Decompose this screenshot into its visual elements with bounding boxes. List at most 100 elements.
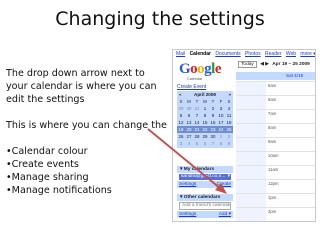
date-cell[interactable]: 14 — [193, 119, 201, 126]
bullet-item: Manage sharing — [6, 171, 168, 184]
add-calendar-link[interactable]: Add ▾ — [219, 211, 231, 218]
my-calendars-links: Settings Create — [177, 181, 233, 188]
slide-title: Changing the settings — [55, 8, 265, 30]
logo-subtitle: Calendar — [187, 77, 203, 81]
date-cell[interactable]: 8 — [217, 140, 225, 147]
prev-month-button[interactable]: « — [179, 91, 182, 98]
mini-calendar-header: « April 2009 » — [177, 91, 233, 98]
nav-web[interactable]: Web — [286, 51, 296, 57]
date-cell[interactable]: 30 — [209, 133, 217, 140]
nav-more[interactable]: more ▾ — [300, 51, 315, 57]
date-cell[interactable]: 17 — [217, 119, 225, 126]
hour-label: 8am — [268, 125, 277, 130]
date-cell[interactable]: 16 — [209, 119, 217, 126]
date-cell[interactable]: 1 — [201, 105, 209, 112]
nav-reader[interactable]: Reader — [265, 51, 281, 57]
date-cell[interactable]: 1 — [217, 133, 225, 140]
calendar-item-label: sandra@gw-tt.co.n... — [181, 174, 226, 179]
today-button[interactable]: Today — [238, 61, 257, 68]
calendar-toolbar: Today ◀ ▶ Apr 19 – 25 2009 — [236, 61, 315, 68]
mini-calendar-grid: S M T W T F S 29 30 31 1 2 3 4 5 6 7 8 9… — [177, 98, 233, 147]
my-calendars-settings-link[interactable]: Settings — [179, 182, 196, 187]
next-month-button[interactable]: » — [228, 91, 231, 98]
date-cell-selected[interactable]: 25 — [225, 126, 233, 133]
date-cell[interactable]: 2 — [225, 133, 233, 140]
date-cell-selected[interactable]: 21 — [193, 126, 201, 133]
hour-row: 1pm — [236, 193, 315, 208]
hour-label: 10am — [268, 153, 279, 158]
hour-label: 11am — [268, 167, 279, 172]
other-calendars-header[interactable]: ▾ Other calendars — [177, 194, 233, 201]
date-cell-selected[interactable]: 22 — [201, 126, 209, 133]
hour-label: 2pm — [268, 209, 277, 214]
hour-row: 11am — [236, 165, 315, 180]
hour-label: 9am — [268, 139, 277, 144]
calendar-dropdown-arrow-icon[interactable]: ▾ — [228, 174, 230, 180]
nav-calendar[interactable]: Calendar — [190, 51, 211, 57]
nav-photos[interactable]: Photos — [245, 51, 261, 57]
hour-row: 8am — [236, 123, 315, 138]
add-friend-calendar-input[interactable]: Add a friend's calendar — [179, 202, 231, 210]
hour-row: 10am — [236, 151, 315, 166]
hour-label: 5am — [268, 83, 277, 88]
date-cell[interactable]: 13 — [185, 119, 193, 126]
paragraph-dropdown: The drop down arrow next to your calenda… — [6, 68, 157, 105]
date-cell[interactable]: 2 — [209, 105, 217, 112]
date-cell[interactable]: 6 — [185, 112, 193, 119]
create-calendar-link[interactable]: Create — [217, 181, 231, 188]
date-cell[interactable]: 8 — [201, 112, 209, 119]
hour-label: 1pm — [268, 195, 277, 200]
date-cell[interactable]: 27 — [185, 133, 193, 140]
dow-label: F — [219, 99, 223, 104]
date-cell[interactable]: 4 — [185, 140, 193, 147]
hour-row: 9am — [236, 137, 315, 152]
date-cell[interactable]: 18 — [225, 119, 233, 126]
date-cell[interactable]: 5 — [177, 112, 185, 119]
bullet-item: Create events — [6, 158, 168, 171]
bullet-item: Calendar colour — [6, 145, 168, 158]
dow-label: T — [195, 99, 199, 104]
date-cell[interactable]: 7 — [209, 140, 217, 147]
date-cell-selected[interactable]: 23 — [209, 126, 217, 133]
date-cell[interactable]: 6 — [201, 140, 209, 147]
date-cell[interactable]: 10 — [217, 112, 225, 119]
date-cell[interactable]: 30 — [185, 105, 193, 112]
date-cell-selected[interactable]: 19 — [177, 126, 185, 133]
date-cell[interactable]: 9 — [225, 140, 233, 147]
date-cell[interactable]: 15 — [201, 119, 209, 126]
time-grid[interactable]: 5am 6am 7am 8am 9am 10am 11am 12pm 1pm 2… — [236, 81, 315, 221]
hour-label: 12pm — [268, 181, 279, 186]
date-cell-selected[interactable]: 24 — [217, 126, 225, 133]
day-header-label[interactable]: Sat 4/19 — [286, 73, 303, 78]
date-cell[interactable]: 28 — [193, 133, 201, 140]
date-cell[interactable]: 29 — [177, 105, 185, 112]
hour-label: 6am — [268, 97, 277, 102]
date-cell[interactable]: 4 — [225, 105, 233, 112]
date-cell[interactable]: 11 — [225, 112, 233, 119]
date-cell-selected[interactable]: 20 — [185, 126, 193, 133]
date-cell[interactable]: 12 — [177, 119, 185, 126]
create-event-link[interactable]: Create Event — [177, 84, 206, 90]
date-cell[interactable]: 3 — [217, 105, 225, 112]
google-calendar-logo: Google Calendar — [179, 61, 222, 83]
slide-body: The drop down arrow next to your calenda… — [6, 67, 168, 197]
nav-mail[interactable]: Mail — [176, 51, 185, 57]
date-cell[interactable]: 7 — [193, 112, 201, 119]
date-cell[interactable]: 29 — [201, 133, 209, 140]
nav-arrows-icon[interactable]: ◀ ▶ — [260, 62, 269, 67]
day-header: Sat 4/19 — [236, 72, 315, 80]
dow-label: T — [211, 99, 215, 104]
date-cell[interactable]: 9 — [209, 112, 217, 119]
date-cell[interactable]: 26 — [177, 133, 185, 140]
date-cell[interactable]: 3 — [177, 140, 185, 147]
date-cell[interactable]: 5 — [193, 140, 201, 147]
dow-label: S — [179, 99, 183, 104]
other-calendars-settings-link[interactable]: Settings — [179, 212, 196, 217]
my-calendars-header[interactable]: ▾ My calendars — [177, 166, 233, 173]
date-range: Apr 19 – 25 2009 — [272, 62, 310, 67]
calendar-item[interactable]: sandra@gw-tt.co.n... ▾ — [179, 174, 231, 180]
nav-documents[interactable]: Documents — [215, 51, 240, 57]
date-cell[interactable]: 31 — [193, 105, 201, 112]
other-calendars-links: Settings Add ▾ — [177, 211, 233, 218]
dow-label: S — [227, 99, 231, 104]
